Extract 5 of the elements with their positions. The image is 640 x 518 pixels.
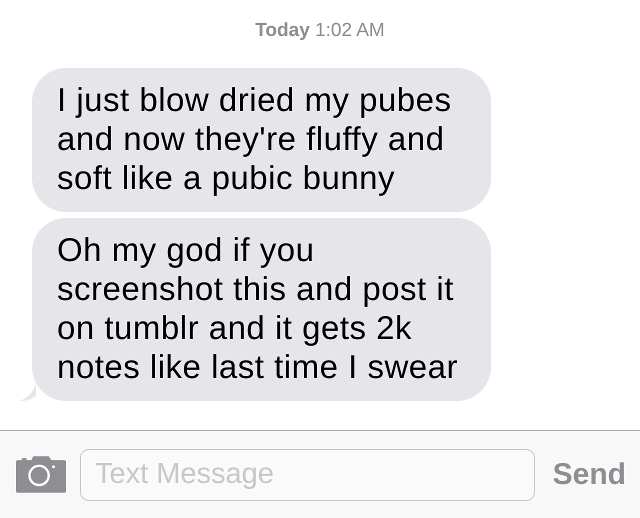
bubble-tail <box>20 381 36 401</box>
timestamp: Today 1:02 AM <box>254 20 386 42</box>
message-bubble: I just blow dried my pubes and now they're fluffy and soft like a pubic bunny <box>32 68 491 212</box>
camera-icon[interactable] <box>16 456 66 493</box>
send-button[interactable]: Send <box>548 458 626 492</box>
